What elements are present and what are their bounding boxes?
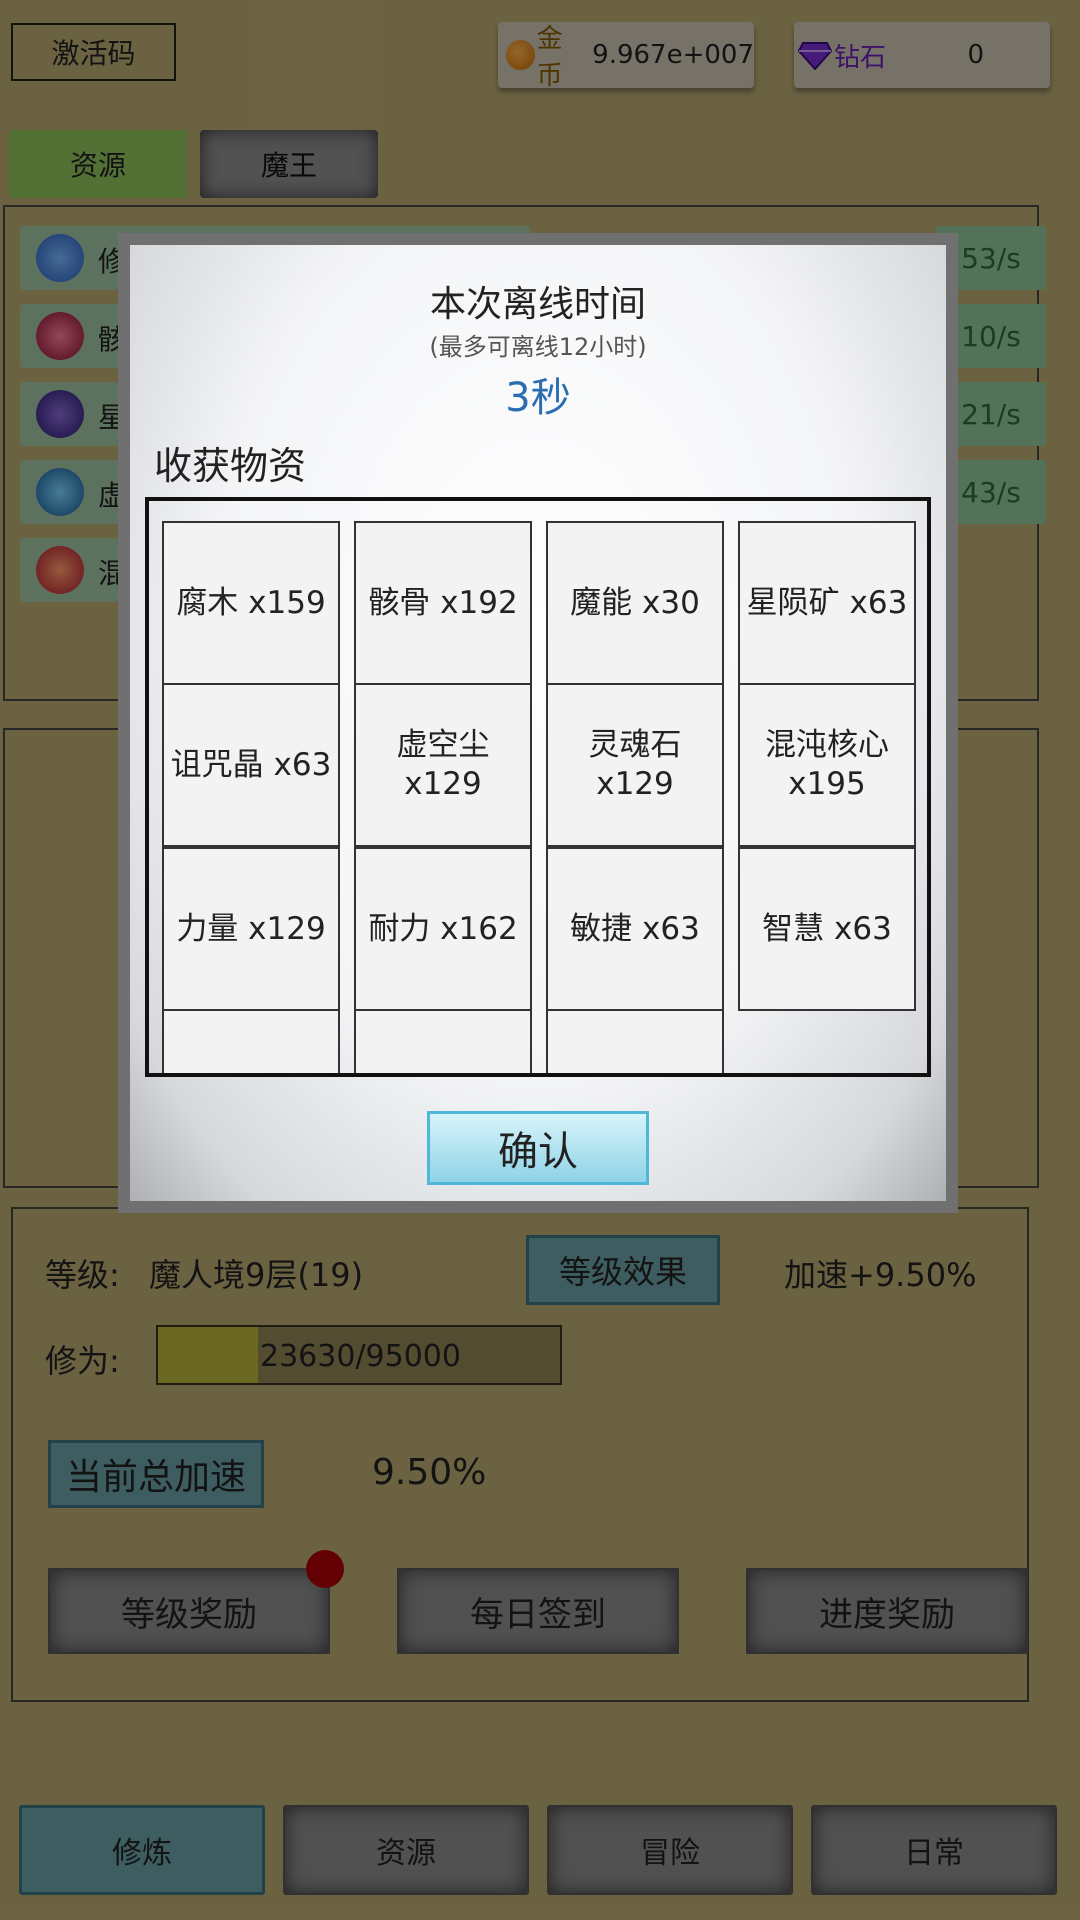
- harvest-item: 智慧 x63: [738, 847, 916, 1011]
- dialog-title: 本次离线时间: [429, 284, 646, 325]
- harvest-item: 力量 x129: [162, 847, 340, 1011]
- harvest-item: 魔能 x30: [546, 521, 724, 685]
- harvest-item: 耐力 x162: [354, 847, 532, 1011]
- harvest-item-partial: [354, 1009, 532, 1073]
- harvest-item: 星陨矿 x63: [738, 521, 916, 685]
- offline-rewards-dialog: 本次离线时间 (最多可离线12小时) 3秒 收获物资 腐木 x159 骸骨 x1…: [118, 233, 958, 1213]
- harvest-item: 灵魂石 x129: [546, 683, 724, 847]
- harvest-item: 虚空尘 x129: [354, 683, 532, 847]
- harvest-item: 腐木 x159: [162, 521, 340, 685]
- harvest-section-label: 收获物资: [154, 444, 307, 488]
- confirm-button[interactable]: 确认: [427, 1111, 649, 1185]
- harvest-grid[interactable]: 腐木 x159 骸骨 x192 魔能 x30 星陨矿 x63 诅咒晶 x63 虚…: [145, 497, 931, 1077]
- harvest-item: 混沌核心 x195: [738, 683, 916, 847]
- harvest-item: 敏捷 x63: [546, 847, 724, 1011]
- harvest-item: 诅咒晶 x63: [162, 683, 340, 847]
- harvest-item: 骸骨 x192: [354, 521, 532, 685]
- dialog-subtitle: (最多可离线12小时): [429, 333, 647, 361]
- offline-time: 3秒: [505, 375, 571, 421]
- harvest-item-partial: [162, 1009, 340, 1073]
- harvest-item-partial: [546, 1009, 724, 1073]
